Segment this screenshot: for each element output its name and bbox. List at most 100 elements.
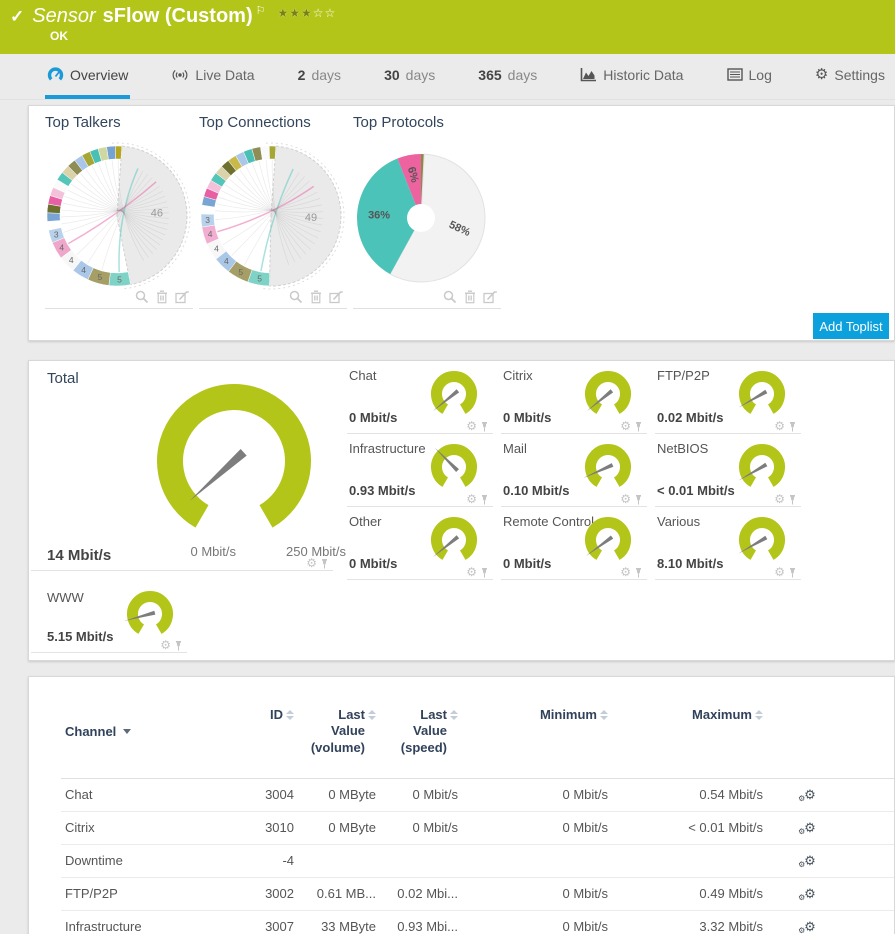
table-row-chat[interactable]: Chat30040 MByte0 Mbit/s0 Mbit/s0.54 Mbit… [61, 779, 894, 812]
trash-icon[interactable] [464, 290, 476, 304]
cell-minimum: 0 Mbit/s [462, 919, 612, 934]
pin-icon[interactable] [788, 494, 797, 505]
cell-channel: Citrix [61, 820, 236, 835]
sort-icon [368, 710, 376, 720]
gear-icon[interactable]: ⚙ [774, 566, 785, 578]
edit-icon[interactable] [483, 290, 497, 304]
pin-icon[interactable] [788, 567, 797, 578]
gauge-value: 0.02 Mbit/s [657, 410, 723, 425]
trash-icon[interactable] [310, 290, 322, 304]
gauge-actions: ⚙ [466, 566, 489, 578]
svg-text:4: 4 [224, 256, 229, 266]
pin-icon[interactable] [320, 558, 329, 569]
column-header-last-value-speed[interactable]: Last Value(speed) [380, 707, 462, 756]
top-connections-chart[interactable]: 49554443 [197, 138, 349, 290]
column-header-maximum[interactable]: Maximum [612, 707, 767, 756]
cell-id: 3007 [236, 919, 298, 934]
tab-live-data[interactable]: Live Data [169, 54, 256, 99]
channel-settings-icon[interactable]: ⚙⚙ [804, 920, 816, 933]
gear-icon[interactable]: ⚙ [466, 493, 477, 505]
gauge-dial [425, 367, 483, 423]
column-header-minimum[interactable]: Minimum [462, 707, 612, 756]
svg-text:3: 3 [205, 215, 210, 225]
flag-icon[interactable]: ⚐ [256, 4, 266, 17]
edit-icon[interactable] [175, 290, 189, 304]
tab-log[interactable]: Log [725, 54, 774, 99]
sensor-status-badge: OK [50, 29, 68, 43]
edit-icon[interactable] [329, 290, 343, 304]
gauge-value: 0 Mbit/s [503, 556, 551, 571]
trash-icon[interactable] [156, 290, 168, 304]
gear-icon[interactable]: ⚙ [620, 493, 631, 505]
gauge-value: 0 Mbit/s [349, 410, 397, 425]
gauge-dial [579, 440, 637, 496]
gauge-value: < 0.01 Mbit/s [657, 483, 735, 498]
gauge-label: FTP/P2P [657, 368, 710, 383]
gear-icon[interactable]: ⚙ [466, 566, 477, 578]
tab-label: Overview [70, 67, 128, 83]
tab-2-days[interactable]: 2 days [296, 54, 343, 99]
column-header-last-value-volume[interactable]: Last Value(volume) [298, 707, 380, 756]
cell-actions: ⚙⚙ [767, 919, 853, 934]
channel-settings-icon[interactable]: ⚙⚙ [804, 854, 816, 867]
gear-icon: ⚙ [815, 67, 828, 82]
column-header-id[interactable]: ID [236, 707, 298, 756]
table-row-citrix[interactable]: Citrix30100 MByte0 Mbit/s0 Mbit/s< 0.01 … [61, 812, 894, 845]
gauge-label: Infrastructure [349, 441, 426, 456]
pin-icon[interactable] [788, 421, 797, 432]
stars-filled: ★★★ [278, 6, 313, 20]
column-header-channel[interactable]: Channel [61, 707, 236, 756]
gear-icon[interactable]: ⚙ [466, 420, 477, 432]
gauge-cell-remote-control: Remote Control0 Mbit/s⚙ [501, 507, 647, 580]
gauge-cell-total: Total 14 Mbit/s 0 Mbit/s 250 Mbit/s ⚙ [31, 369, 333, 571]
table-row-infrastructure[interactable]: Infrastructure300733 MByte0.93 Mbi...0 M… [61, 911, 894, 934]
table-row-downtime[interactable]: Downtime-4⚙⚙ [61, 845, 894, 878]
pin-icon[interactable] [634, 421, 643, 432]
gauge-value: 0.93 Mbit/s [349, 483, 415, 498]
add-toplist-button[interactable]: Add Toplist [813, 313, 889, 339]
pin-icon[interactable] [480, 421, 489, 432]
pin-icon[interactable] [480, 494, 489, 505]
table-row-ftp-p2p[interactable]: FTP/P2P30020.61 MB...0.02 Mbi...0 Mbit/s… [61, 878, 894, 911]
area-chart-icon [580, 67, 597, 82]
magnifier-icon[interactable] [135, 290, 149, 304]
sort-icon [450, 710, 458, 720]
channel-settings-icon[interactable]: ⚙⚙ [804, 887, 816, 900]
magnifier-icon[interactable] [289, 290, 303, 304]
gear-icon[interactable]: ⚙ [620, 566, 631, 578]
top-protocols-chart[interactable]: 58%36%6% [351, 138, 503, 290]
cell-channel: Chat [61, 787, 236, 802]
tab-label: Historic Data [603, 67, 683, 83]
magnifier-icon[interactable] [443, 290, 457, 304]
cell-actions: ⚙⚙ [767, 787, 853, 802]
priority-stars[interactable]: ★★★☆☆ [278, 6, 337, 20]
gear-icon[interactable]: ⚙ [620, 420, 631, 432]
gauge-cell-chat: Chat0 Mbit/s⚙ [347, 361, 493, 434]
cell-last-value-volume: 0 MByte [298, 787, 380, 802]
channel-settings-icon[interactable]: ⚙⚙ [804, 788, 816, 801]
table-header: Channel ID Last Value(volume) Last Value… [29, 677, 894, 756]
gauge-dial [425, 513, 483, 569]
pin-icon[interactable] [634, 567, 643, 578]
gear-icon[interactable]: ⚙ [306, 557, 317, 569]
tab-overview[interactable]: Overview [45, 54, 130, 99]
gauge-actions: ⚙ [620, 420, 643, 432]
pin-icon[interactable] [174, 640, 183, 651]
pin-icon[interactable] [634, 494, 643, 505]
cell-maximum: 0.49 Mbit/s [612, 886, 767, 901]
tab-historic-data[interactable]: Historic Data [578, 54, 685, 99]
gear-icon[interactable]: ⚙ [774, 493, 785, 505]
gear-icon[interactable]: ⚙ [160, 639, 171, 651]
tab-365-days[interactable]: 365 days [476, 54, 539, 99]
channel-settings-icon[interactable]: ⚙⚙ [804, 821, 816, 834]
column-label: Channel [65, 724, 116, 739]
pin-icon[interactable] [480, 567, 489, 578]
stars-empty: ☆☆ [313, 6, 337, 20]
top-talkers-chart[interactable]: 46554443 [43, 138, 195, 290]
tab-30-days[interactable]: 30 days [382, 54, 437, 99]
gauge-dial [425, 440, 483, 496]
table-body: Chat30040 MByte0 Mbit/s0 Mbit/s0.54 Mbit… [61, 778, 894, 934]
tab-settings[interactable]: ⚙ Settings [813, 54, 887, 99]
gear-icon[interactable]: ⚙ [774, 420, 785, 432]
gauge-icon [47, 67, 64, 83]
